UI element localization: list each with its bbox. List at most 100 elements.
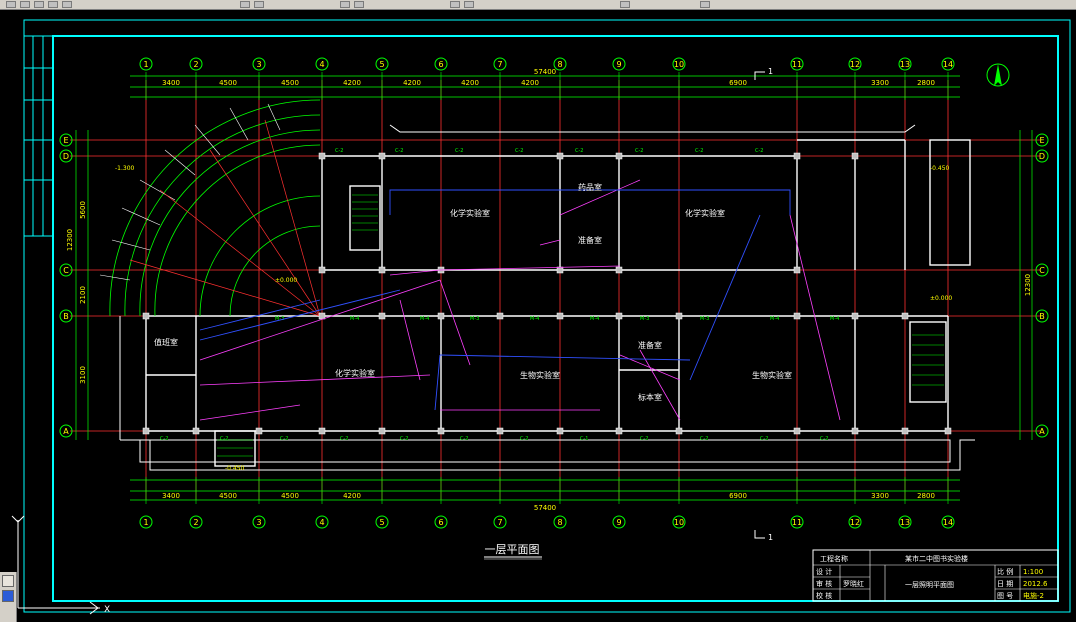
axis-labels: 1 2 3 4 5 6 7 8 9 10 11 12 13 14 1 2 3 4… [63,60,1045,527]
svg-text:3: 3 [256,518,261,527]
axis-label-9: 9 [616,60,621,69]
svg-text:C-2: C-2 [700,436,708,442]
svg-text:-0.450: -0.450 [225,465,245,472]
tb-drawing-name: 一层照明平面图 [905,581,954,589]
section-mark-bottom: 1 [768,533,773,542]
svg-text:M-4: M-4 [830,316,839,322]
layer-tool-icon[interactable] [2,575,14,587]
svg-text:C-2: C-2 [220,436,228,442]
building-walls [145,139,971,467]
svg-text:13: 13 [900,518,910,527]
svg-text:6: 6 [438,518,443,527]
cut-icon[interactable] [240,1,250,8]
section-mark-top: 1 [768,67,773,76]
left-toolbar [0,572,17,622]
svg-text:3100: 3100 [79,366,87,384]
axis-label-3: 3 [256,60,261,69]
tb-scale: 1:100 [1023,568,1043,576]
layer-icon[interactable] [700,1,710,8]
properties-tool-icon[interactable] [2,590,14,602]
room-drug: 药品室 [578,182,602,192]
radial-axes [129,119,321,317]
building-shell [119,124,975,471]
svg-text:4200: 4200 [343,79,361,87]
svg-text:3300: 3300 [871,79,889,87]
svg-text:C-2: C-2 [160,436,168,442]
svg-text:2800: 2800 [917,492,935,500]
drawing-title: 一层平面图 [484,543,542,560]
svg-text:3300: 3300 [871,492,889,500]
svg-text:X: X [104,605,110,615]
svg-text:2: 2 [193,518,198,527]
svg-text:图 号: 图 号 [997,592,1013,600]
svg-text:C-2: C-2 [340,436,348,442]
svg-text:C-2: C-2 [755,148,763,154]
svg-text:日 期: 日 期 [997,580,1013,588]
svg-text:C-2: C-2 [820,436,828,442]
svg-text:C-2: C-2 [695,148,703,154]
svg-text:M-3: M-3 [470,316,479,322]
svg-text:M-4: M-4 [590,316,599,322]
new-file-icon[interactable] [6,1,16,8]
room-specimen: 标本室 [638,392,662,402]
binding-strip [23,35,54,237]
zoom-icon[interactable] [464,1,474,8]
tb-designer: 罗晓红 [843,579,864,588]
axis-label-13: 13 [900,60,910,69]
svg-text:设 计: 设 计 [816,567,832,576]
svg-text:4: 4 [319,518,324,527]
svg-text:D: D [63,152,69,161]
svg-text:-0.450: -0.450 [930,165,950,172]
svg-text:4200: 4200 [521,79,539,87]
columns [142,152,952,435]
svg-text:M-4: M-4 [350,316,359,322]
overall-dim-bottom: 57400 [534,504,556,512]
room-prep-1: 准备室 [578,235,602,245]
svg-text:D: D [1039,152,1045,161]
circuit-lines-blue [199,189,791,411]
tb-date: 2012.6 [1023,580,1048,588]
svg-text:3400: 3400 [162,492,180,500]
undo-icon[interactable] [340,1,350,8]
svg-text:4500: 4500 [219,492,237,500]
preview-icon[interactable] [62,1,72,8]
svg-text:12: 12 [850,518,860,527]
tb-project-label: 工程名称 [820,554,848,563]
svg-text:12300: 12300 [66,229,74,251]
pan-icon[interactable] [450,1,460,8]
svg-text:11: 11 [792,518,802,527]
redo-icon[interactable] [354,1,364,8]
save-icon[interactable] [34,1,44,8]
svg-text:C-2: C-2 [335,148,343,154]
copy-icon[interactable] [254,1,264,8]
svg-text:C: C [63,266,69,275]
svg-text:6900: 6900 [729,492,747,500]
room-duty: 值班室 [154,337,178,347]
svg-text:C-2: C-2 [640,436,648,442]
svg-text:B: B [63,312,69,321]
dimension-text: 57400 57400 3400 4500 4500 4200 4200 420… [66,68,1032,512]
svg-text:C-2: C-2 [395,148,403,154]
svg-text:A: A [63,427,69,436]
open-file-icon[interactable] [20,1,30,8]
axis-label-10: 10 [674,60,684,69]
title-block: 工程名称 某市二中图书实验楼 设 计 审 核 校 核 罗晓红 一层照明平面图 比… [812,549,1059,602]
print-icon[interactable] [48,1,58,8]
room-chem-lab-1: 化学实验室 [450,208,490,218]
svg-text:±0.000: ±0.000 [275,277,297,284]
cad-drawing-canvas[interactable]: 57400 57400 3400 4500 4500 4200 4200 420… [0,10,1076,622]
north-arrow-icon [986,63,1010,87]
properties-icon[interactable] [620,1,630,8]
svg-text:C-2: C-2 [575,148,583,154]
axis-label-2: 2 [193,60,198,69]
svg-text:校 核: 校 核 [816,591,832,600]
svg-text:10: 10 [674,518,684,527]
svg-text:-1.300: -1.300 [115,165,135,172]
room-bio-lab-1: 生物实验室 [520,370,560,380]
room-chem-lab-3: 化学实验室 [335,368,375,378]
svg-text:C-2: C-2 [635,148,643,154]
svg-text:12300: 12300 [1024,274,1032,296]
svg-text:4500: 4500 [281,79,299,87]
svg-text:C-2: C-2 [460,436,468,442]
svg-text:C: C [1039,266,1045,275]
